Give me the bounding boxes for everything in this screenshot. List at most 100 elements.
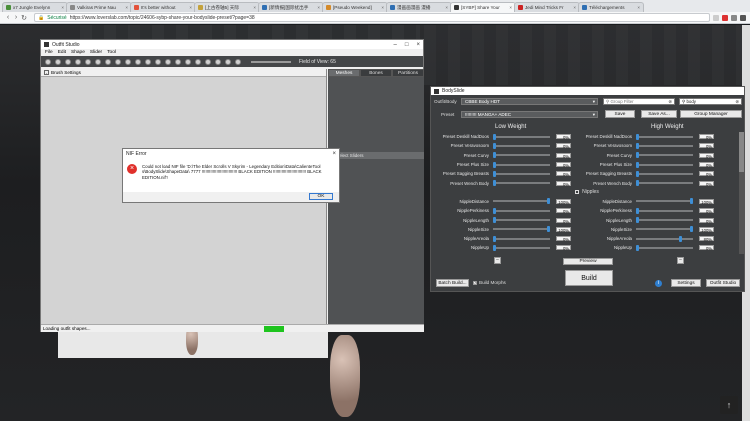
low-weight-value[interactable]: 0% [556,134,571,140]
url-field[interactable]: 🔒 Sécurisé https://www.loverslab.com/top… [34,13,710,22]
high-weight-slider[interactable] [636,226,693,233]
slider-knob[interactable] [493,207,496,214]
high-weight-slider[interactable] [636,235,693,242]
group-manager-button[interactable]: Group Manager [680,110,742,118]
back-icon[interactable]: ‹ [4,14,12,21]
save-button[interactable]: Save [605,110,635,118]
browser-tab[interactable]: [新情报]国际扰出手 × [258,2,324,12]
slider-knob[interactable] [493,161,496,168]
star-icon[interactable] [713,14,719,21]
low-weight-slider[interactable] [493,161,550,168]
high-weight-slider[interactable] [636,170,693,177]
save-as-button[interactable]: Save As... [641,110,677,118]
close-tab-icon[interactable]: × [253,5,256,10]
close-tab-icon[interactable]: × [445,5,448,10]
high-weight-value[interactable]: 100% [699,226,714,233]
slider-scrollbar[interactable] [739,132,744,254]
outfit-select[interactable]: CBBE Body HDT ▾ [461,98,598,105]
brush-tool-icon[interactable] [155,58,161,65]
browser-tab[interactable]: Jedi Mind Tricks Fr × [514,2,580,12]
low-weight-slider[interactable] [493,207,550,214]
browser-tab[interactable]: It's better without × [130,2,196,12]
clear-icon[interactable]: ⊗ [735,99,739,105]
brush-tool-icon[interactable] [175,58,181,65]
ok-button[interactable]: OK [309,193,333,200]
slider-knob[interactable] [493,152,496,159]
slider-knob[interactable] [547,226,550,233]
high-weight-slider[interactable] [636,207,693,214]
high-weight-value[interactable]: 100% [699,198,714,205]
brush-tool-icon[interactable] [135,58,141,65]
slider-knob[interactable] [493,133,496,140]
slider-knob[interactable] [493,180,496,187]
browser-tab[interactable]: Valkiras Prime Nau × [66,2,132,12]
tab-partitions[interactable]: Partitions [392,69,424,77]
brush-tool-icon[interactable] [105,58,111,65]
brush-tool-icon[interactable] [125,58,131,65]
decrease-low-button[interactable]: – [494,257,501,264]
brush-tool-icon[interactable] [115,58,121,65]
browser-tab[interactable]: x7 Jungle Evelynn × [2,2,68,12]
scroll-thumb[interactable] [739,132,744,172]
close-tab-icon[interactable]: × [189,5,192,10]
scroll-top-icon[interactable]: ↑ [720,396,738,414]
slider-knob[interactable] [493,170,496,177]
slider-knob[interactable] [636,244,639,251]
browser-tab[interactable]: [上古卷轴5] 天际 × [194,2,260,12]
high-weight-slider[interactable] [636,133,693,140]
close-tab-icon[interactable]: × [637,5,640,10]
slider-knob[interactable] [547,198,550,205]
brush-tool-icon[interactable] [225,58,231,65]
close-tab-icon[interactable]: × [61,5,64,10]
extension-icon[interactable] [722,14,728,21]
close-tab-icon[interactable]: × [509,5,512,10]
collapse-icon[interactable]: - [44,70,49,75]
menu-slider[interactable]: Slider [90,50,102,55]
high-weight-value[interactable]: 0% [699,171,714,177]
high-weight-value[interactable]: 0% [699,143,714,149]
slider-knob[interactable] [636,180,639,187]
low-weight-slider[interactable] [493,244,550,251]
brush-settings-header[interactable]: - Brush Settings [41,69,326,77]
low-weight-slider[interactable] [493,152,550,159]
high-weight-value[interactable]: 0% [699,180,714,187]
menu-shape[interactable]: Shape [71,50,85,55]
low-weight-value[interactable]: 100% [556,198,571,205]
preset-select[interactable]: !!!!!!!!! MANGA+ ADEC ▾ [461,111,598,118]
brush-tool-icon[interactable] [145,58,151,65]
slider-knob[interactable] [493,244,496,251]
extension-icon[interactable] [731,14,737,21]
minimize-icon[interactable]: – [394,42,397,48]
low-weight-slider[interactable] [493,170,550,177]
build-morphs-checkbox[interactable]: ✓ Build Morphs [473,280,506,285]
high-weight-slider[interactable] [636,217,693,224]
low-weight-slider[interactable] [493,226,550,233]
high-weight-slider[interactable] [636,142,693,149]
browser-tab[interactable]: [SYBP] Share Your × [450,2,516,12]
slider-knob[interactable] [493,142,496,149]
low-weight-value[interactable]: 0% [556,152,571,159]
low-weight-slider[interactable] [493,198,550,205]
high-weight-slider[interactable] [636,161,693,168]
low-weight-slider[interactable] [493,142,550,149]
outfit-studio-button[interactable]: Outfit Studio [706,279,740,287]
maximize-icon[interactable]: □ [405,42,409,48]
slider-knob[interactable] [636,207,639,214]
browser-tab[interactable]: [Pseudo Weekend] × [322,2,388,12]
menu-tool[interactable]: Tool [107,50,116,55]
low-weight-value[interactable]: 0% [556,236,571,242]
close-tab-icon[interactable]: × [381,5,384,10]
slider-knob[interactable] [636,170,639,177]
brush-tool-icon[interactable] [65,58,71,65]
high-weight-slider[interactable] [636,152,693,159]
slider-knob[interactable] [493,217,496,224]
browser-tab[interactable]: Téléchargements × [578,2,644,12]
close-tab-icon[interactable]: × [125,5,128,10]
low-weight-value[interactable]: 0% [556,143,571,149]
low-weight-value[interactable]: 0% [556,245,571,251]
slider-knob[interactable] [636,152,639,159]
outfit-filter-input[interactable]: ⚲ body ⊗ [679,98,742,105]
nipples-group-header[interactable]: - Nipples [434,188,740,197]
low-weight-value[interactable]: 100% [556,226,571,233]
high-weight-slider[interactable] [636,198,693,205]
